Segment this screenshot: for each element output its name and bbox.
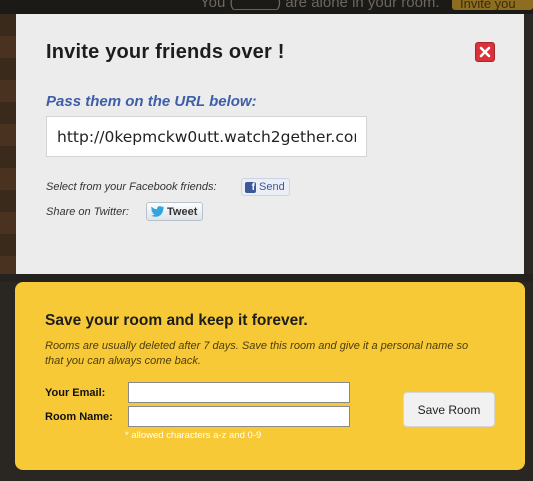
close-icon bbox=[479, 46, 491, 58]
room-name-field[interactable] bbox=[128, 406, 350, 427]
background-header-text: You (_____) are alone in your room. bbox=[200, 0, 440, 11]
save-room-button[interactable]: Save Room bbox=[403, 392, 495, 427]
background-invite-button: Invite you bbox=[452, 0, 533, 11]
background-thumbnails bbox=[0, 14, 16, 274]
background-band bbox=[0, 274, 533, 282]
email-label: Your Email: bbox=[45, 387, 106, 399]
background-page-header: You (_____) are alone in your room. Invi… bbox=[0, 0, 533, 14]
url-heading: Pass them on the URL below: bbox=[46, 93, 257, 110]
facebook-share-label: Select from your Facebook friends: bbox=[46, 181, 217, 193]
room-name-hint: * allowed characters a-z and 0-9 bbox=[125, 430, 262, 441]
save-room-title: Save your room and keep it forever. bbox=[45, 312, 308, 329]
save-room-panel: Save your room and keep it forever. Room… bbox=[15, 282, 525, 470]
invite-dialog: Invite your friends over ! Pass them on … bbox=[16, 14, 524, 274]
tweet-label: Tweet bbox=[167, 205, 198, 218]
facebook-send-label: Send bbox=[259, 181, 285, 193]
facebook-send-button[interactable]: f Send bbox=[241, 178, 290, 196]
facebook-icon: f bbox=[245, 181, 256, 193]
tweet-button[interactable]: Tweet bbox=[146, 202, 204, 221]
save-room-description: Rooms are usually deleted after 7 days. … bbox=[45, 340, 469, 367]
background-right-edge bbox=[524, 14, 533, 274]
twitter-share-label: Share on Twitter: bbox=[46, 206, 129, 218]
room-name-label: Room Name: bbox=[45, 411, 113, 423]
invite-title: Invite your friends over ! bbox=[46, 41, 285, 63]
twitter-bird-icon bbox=[151, 206, 164, 217]
close-button[interactable] bbox=[475, 42, 495, 62]
email-field[interactable] bbox=[128, 382, 350, 403]
room-url-field[interactable] bbox=[46, 116, 367, 157]
